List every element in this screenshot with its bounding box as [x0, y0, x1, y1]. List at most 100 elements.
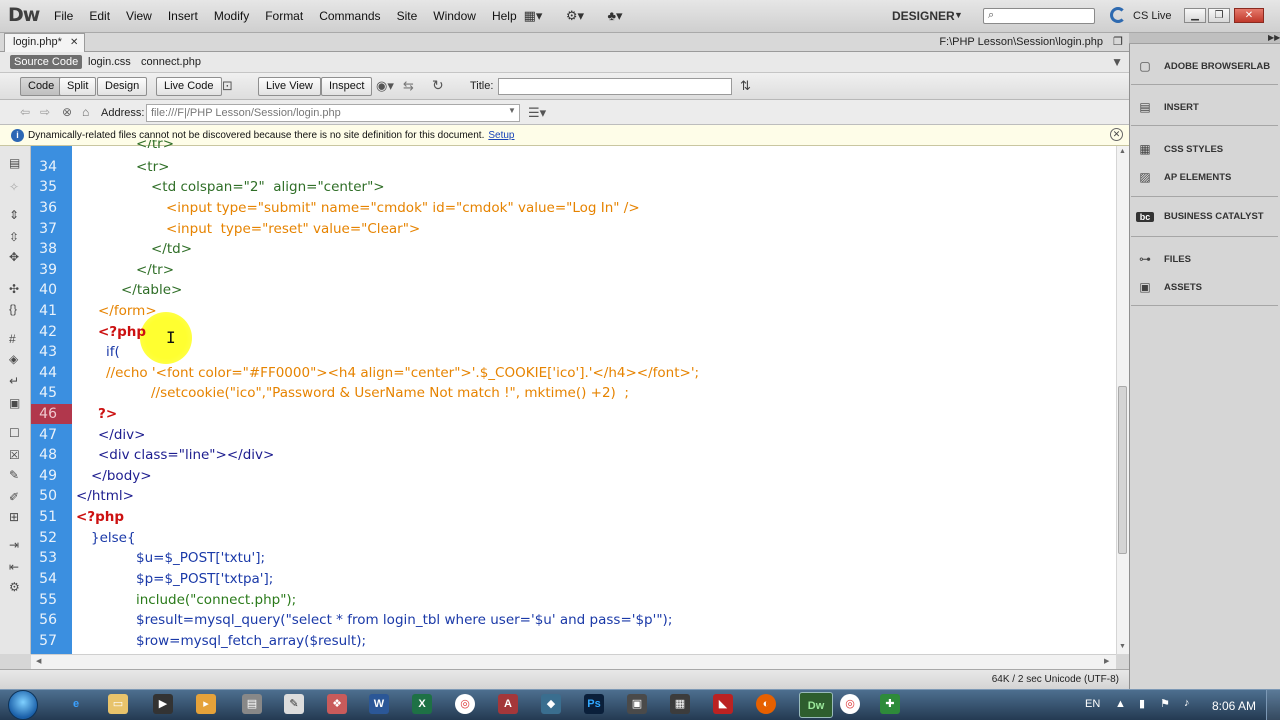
- restore-doc-icon[interactable]: ❐: [1113, 35, 1123, 48]
- tray-icon[interactable]: ▲: [1115, 698, 1126, 710]
- line-number[interactable]: 49: [31, 466, 72, 486]
- line-number[interactable]: 35: [31, 177, 72, 197]
- format-source-icon[interactable]: ⚙: [9, 580, 20, 594]
- line-number[interactable]: 38: [31, 239, 72, 259]
- line-number[interactable]: 43: [31, 342, 72, 362]
- line-number[interactable]: 53: [31, 548, 72, 568]
- highlight-invalid-icon[interactable]: ◈: [9, 352, 18, 366]
- live-view-button[interactable]: Live View: [258, 77, 321, 96]
- filter-icon[interactable]: ▼: [1111, 55, 1123, 69]
- back-icon[interactable]: ⇦: [20, 105, 30, 119]
- paint-icon[interactable]: ✎: [284, 694, 304, 714]
- outdent-code-icon[interactable]: ⇤: [9, 560, 19, 574]
- language-indicator[interactable]: EN: [1085, 698, 1100, 710]
- line-number[interactable]: 52: [31, 528, 72, 548]
- horizontal-scrollbar[interactable]: [31, 654, 1116, 669]
- player-icon[interactable]: ▸: [196, 694, 216, 714]
- access-icon[interactable]: A: [498, 694, 518, 714]
- panel-item-browserlab[interactable]: ▢ ADOBE BROWSERLAB: [1136, 59, 1276, 73]
- word-icon[interactable]: W: [369, 694, 389, 714]
- related-file-login-css[interactable]: login.css: [88, 56, 131, 68]
- restore-button[interactable]: ❐: [1208, 8, 1230, 23]
- scroll-left-icon[interactable]: ◀: [36, 657, 41, 665]
- stop-icon[interactable]: ⊗: [62, 105, 72, 119]
- layout-icon[interactable]: ▦▾: [520, 6, 546, 26]
- tool-icon[interactable]: ▤: [242, 694, 262, 714]
- file-management-icon[interactable]: ⇆: [403, 78, 414, 94]
- line-number[interactable]: 54: [31, 569, 72, 589]
- menu-view[interactable]: View: [118, 9, 160, 23]
- split-view-button[interactable]: Split: [59, 77, 97, 96]
- collapse-tag-icon[interactable]: ⇕: [9, 208, 19, 222]
- line-number[interactable]: 36: [31, 198, 72, 218]
- show-desktop-button[interactable]: [1266, 690, 1280, 720]
- chevron-down-icon[interactable]: ▼: [508, 106, 516, 115]
- collapse-panels-icon[interactable]: ▶▶: [1268, 33, 1280, 42]
- excel-icon[interactable]: X: [412, 694, 432, 714]
- menu-site[interactable]: Site: [389, 9, 426, 23]
- menu-window[interactable]: Window: [425, 9, 484, 23]
- wrap-tag-icon[interactable]: ✎: [9, 468, 19, 482]
- menu-edit[interactable]: Edit: [81, 9, 118, 23]
- remove-comment-icon[interactable]: ☒: [9, 448, 20, 462]
- chrome-icon[interactable]: ◎: [455, 694, 475, 714]
- line-number[interactable]: 50: [31, 486, 72, 506]
- line-number[interactable]: 45: [31, 383, 72, 403]
- line-number[interactable]: 34: [31, 157, 72, 177]
- cs-live-label[interactable]: CS Live: [1133, 10, 1172, 22]
- related-file-connect-php[interactable]: connect.php: [141, 56, 201, 68]
- line-number[interactable]: 41: [31, 301, 72, 321]
- related-file-source-code[interactable]: Source Code: [10, 55, 83, 69]
- syntax-coloring-icon[interactable]: ▣: [9, 396, 20, 410]
- design-view-button[interactable]: Design: [97, 77, 148, 96]
- show-code-navigator-icon[interactable]: ✧: [9, 180, 19, 194]
- close-icon[interactable]: ✕: [70, 37, 78, 48]
- line-number[interactable]: 51: [31, 507, 72, 527]
- line-number[interactable]: 40: [31, 280, 72, 300]
- browser-preview-icon[interactable]: ◉▾: [376, 78, 394, 94]
- code-view-button[interactable]: Code: [20, 77, 63, 96]
- volume-icon[interactable]: ♪: [1184, 697, 1190, 709]
- panel-item-ap-elements[interactable]: ▨ AP ELEMENTS: [1136, 170, 1276, 184]
- live-code-button[interactable]: Live Code: [156, 77, 222, 96]
- network-icon[interactable]: ▮: [1139, 697, 1145, 710]
- menu-format[interactable]: Format: [257, 9, 311, 23]
- recent-snippets-icon[interactable]: ✐: [9, 490, 19, 504]
- forward-icon[interactable]: ⇨: [40, 105, 50, 119]
- line-number[interactable]: 48: [31, 445, 72, 465]
- vertical-scrollbar-thumb[interactable]: [1118, 386, 1127, 554]
- site-icon[interactable]: ♣▾: [602, 6, 628, 26]
- scroll-down-icon[interactable]: ▼: [1119, 643, 1126, 650]
- title-input[interactable]: [498, 78, 732, 95]
- close-info-icon[interactable]: ✕: [1110, 128, 1123, 141]
- panel-item-css-styles[interactable]: ▦ CSS STYLES: [1136, 142, 1276, 156]
- view-options-icon[interactable]: ☰▾: [528, 105, 546, 121]
- workspace-switcher[interactable]: DESIGNER: [892, 9, 955, 23]
- open-documents-icon[interactable]: ▤: [9, 156, 20, 170]
- line-numbers-icon[interactable]: #: [9, 332, 16, 346]
- app-icon[interactable]: ❖: [327, 694, 347, 714]
- scroll-right-icon[interactable]: ▶: [1104, 657, 1109, 665]
- firefox-icon[interactable]: ◐: [756, 694, 776, 714]
- refresh-icon[interactable]: ↻: [432, 77, 444, 94]
- panel-item-business-catalyst[interactable]: bc BUSINESS CATALYST: [1136, 211, 1276, 222]
- minimize-button[interactable]: ▁: [1184, 8, 1206, 23]
- flag-icon[interactable]: ⚑: [1160, 697, 1170, 710]
- photoshop-icon[interactable]: Ps: [584, 694, 604, 714]
- line-number[interactable]: 57: [31, 631, 72, 651]
- line-number[interactable]: 42: [31, 322, 72, 342]
- media-icon[interactable]: ▶: [153, 694, 173, 714]
- line-number-error[interactable]: 46: [31, 404, 72, 424]
- app-icon[interactable]: ◆: [541, 694, 561, 714]
- inspect-button[interactable]: Inspect: [321, 77, 373, 96]
- home-icon[interactable]: ⌂: [82, 105, 89, 119]
- indent-code-icon[interactable]: ⇥: [9, 538, 19, 552]
- folder-icon[interactable]: ▭: [108, 694, 128, 714]
- line-number[interactable]: 44: [31, 363, 72, 383]
- start-button[interactable]: [8, 690, 38, 720]
- ie-icon[interactable]: e: [66, 694, 86, 714]
- chevron-down-icon[interactable]: ▼: [954, 10, 963, 20]
- validate-icon[interactable]: ⇅: [740, 78, 751, 94]
- collapse-selection-icon[interactable]: ⇳: [9, 230, 19, 244]
- tab-login-php[interactable]: login.php* ✕: [4, 33, 86, 52]
